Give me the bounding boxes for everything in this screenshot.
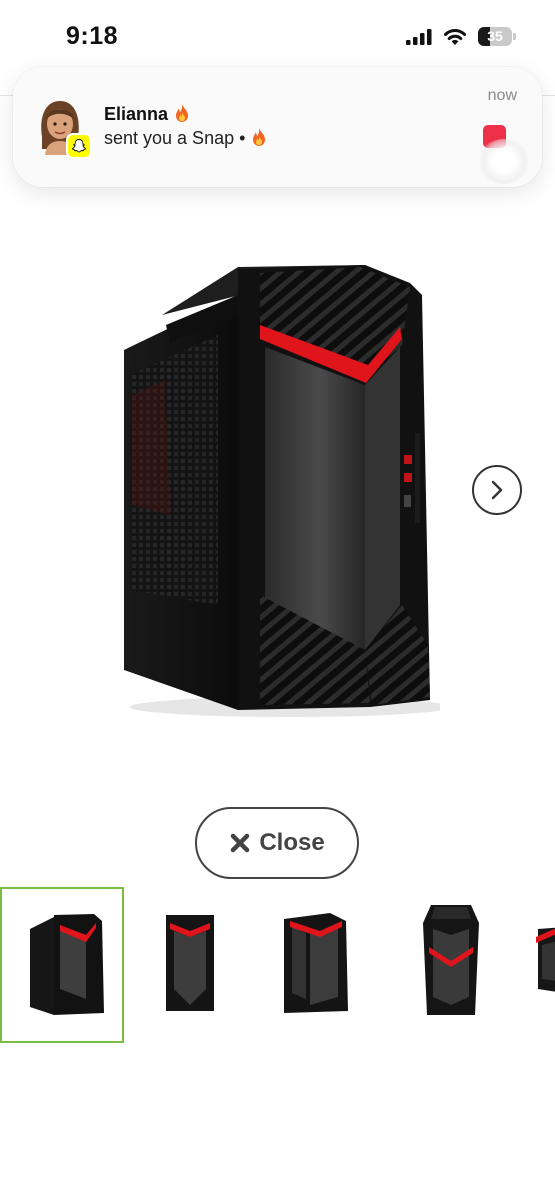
thumbnail-item[interactable] [508, 887, 555, 1043]
notification-time: now [487, 87, 517, 104]
thumbnail-item[interactable] [0, 887, 124, 1043]
x-icon [231, 833, 250, 853]
thumbnail-item[interactable] [254, 887, 378, 1043]
cellular-signal-icon [406, 29, 432, 45]
status-time: 9:18 [66, 22, 119, 50]
fire-emoji-icon [176, 104, 189, 122]
thumbnail-item[interactable] [381, 887, 505, 1043]
thumbnail-strip [0, 887, 555, 1043]
fire-emoji-icon [253, 128, 266, 146]
tower-front-thumb [166, 915, 214, 1011]
tower-side-angle-thumb [284, 913, 348, 1013]
snapchat-app-icon [66, 133, 92, 159]
message-text: sent you a Snap • [104, 128, 246, 148]
tower-front-angle-thumb [30, 914, 104, 1015]
snapchat-ghost-icon [72, 139, 86, 153]
wifi-icon [444, 29, 466, 45]
chevron-right-icon [491, 480, 503, 500]
close-button[interactable]: Close [195, 807, 359, 879]
snapchat-notification[interactable]: Elianna sent you a Snap • now [13, 67, 542, 187]
battery-icon: 35 [478, 27, 516, 46]
tower-top-angle-thumb [423, 905, 479, 1015]
notification-message: sent you a Snap • [104, 127, 268, 149]
thumbnail-item[interactable] [127, 887, 251, 1043]
status-bar: 9:18 35 [0, 0, 555, 70]
tower-partial-thumb [536, 927, 555, 992]
sender-name: Elianna [104, 104, 169, 124]
battery-percent: 35 [487, 28, 503, 44]
notification-sender: Elianna [104, 103, 191, 125]
close-label: Close [259, 829, 325, 856]
next-image-button[interactable] [472, 465, 522, 515]
notification-drag-handle [478, 139, 530, 184]
product-image [124, 265, 440, 717]
